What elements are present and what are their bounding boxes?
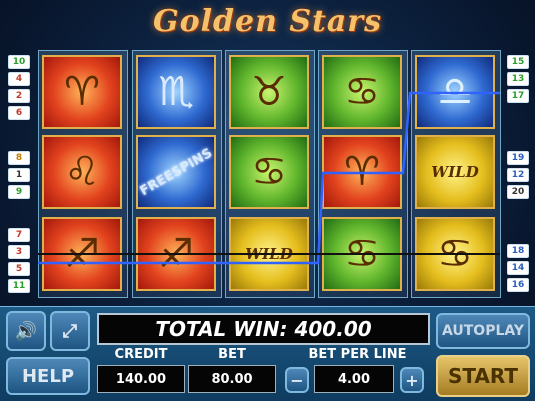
bet-per-line-value: 4.00 xyxy=(314,365,394,393)
autoplay-button[interactable]: AUTOPLAY xyxy=(436,313,530,349)
control-panel: 🔊 ⤢ HELP TOTAL WIN: 400.00 CREDIT 140.00… xyxy=(0,306,535,401)
line-badge: 6 xyxy=(8,106,30,120)
line-badge: 17 xyxy=(507,89,529,103)
line-badge: 12 xyxy=(507,168,529,182)
line-badge: 9 xyxy=(8,185,30,199)
line-badge: 16 xyxy=(507,278,529,292)
paylines xyxy=(38,91,500,265)
fullscreen-button[interactable]: ⤢ xyxy=(50,311,90,351)
line-badge: 1 xyxy=(8,168,30,182)
line-badge: 10 xyxy=(8,55,30,69)
line-badge: 13 xyxy=(507,72,529,86)
speaker-icon: 🔊 xyxy=(14,320,38,342)
total-win-label: TOTAL WIN: xyxy=(155,317,288,341)
line-badge: 7 xyxy=(8,228,30,242)
total-win-value: 400.00 xyxy=(294,317,372,341)
line-badge: 4 xyxy=(8,72,30,86)
left-line-badges-top: 10 4 2 6 xyxy=(8,55,30,123)
bet-per-line-label: BET PER LINE xyxy=(308,347,407,362)
sound-button[interactable]: 🔊 xyxy=(6,311,46,351)
bet-increase-button[interactable]: + xyxy=(400,367,424,393)
help-button[interactable]: HELP xyxy=(6,357,90,395)
bet-label: BET xyxy=(218,347,246,362)
right-line-badges-bottom: 18 14 16 xyxy=(507,244,529,295)
line-badge: 20 xyxy=(507,185,529,199)
line-badge: 2 xyxy=(8,89,30,103)
line-badge: 3 xyxy=(8,245,30,259)
left-line-badges-bottom: 7 3 5 11 xyxy=(8,228,30,296)
right-line-badges-top: 15 13 17 xyxy=(507,55,529,106)
bet-value: 80.00 xyxy=(188,365,276,393)
bet-decrease-button[interactable]: − xyxy=(285,367,309,393)
line-badge: 15 xyxy=(507,55,529,69)
game-title: Golden Stars xyxy=(152,4,382,39)
credit-value: 140.00 xyxy=(97,365,185,393)
left-line-badges-middle: 8 1 9 xyxy=(8,151,30,202)
line-badge: 18 xyxy=(507,244,529,258)
line-badge: 19 xyxy=(507,151,529,165)
reel-grid: ♈ ♌ ♐ ♏ FREESPINS ♐ ♉ ♋ WILD ♋ ♈ ♋ ♎ WIL… xyxy=(38,50,501,298)
line-badge: 8 xyxy=(8,151,30,165)
line-badge: 14 xyxy=(507,261,529,275)
fullscreen-icon: ⤢ xyxy=(62,320,78,342)
winning-payline-blue xyxy=(38,91,500,265)
line-badge: 5 xyxy=(8,262,30,276)
start-button[interactable]: START xyxy=(436,355,530,397)
credit-label: CREDIT xyxy=(114,347,168,362)
total-win-display: TOTAL WIN: 400.00 xyxy=(97,313,430,345)
line-badge: 11 xyxy=(8,279,30,293)
right-line-badges-middle: 19 12 20 xyxy=(507,151,529,202)
